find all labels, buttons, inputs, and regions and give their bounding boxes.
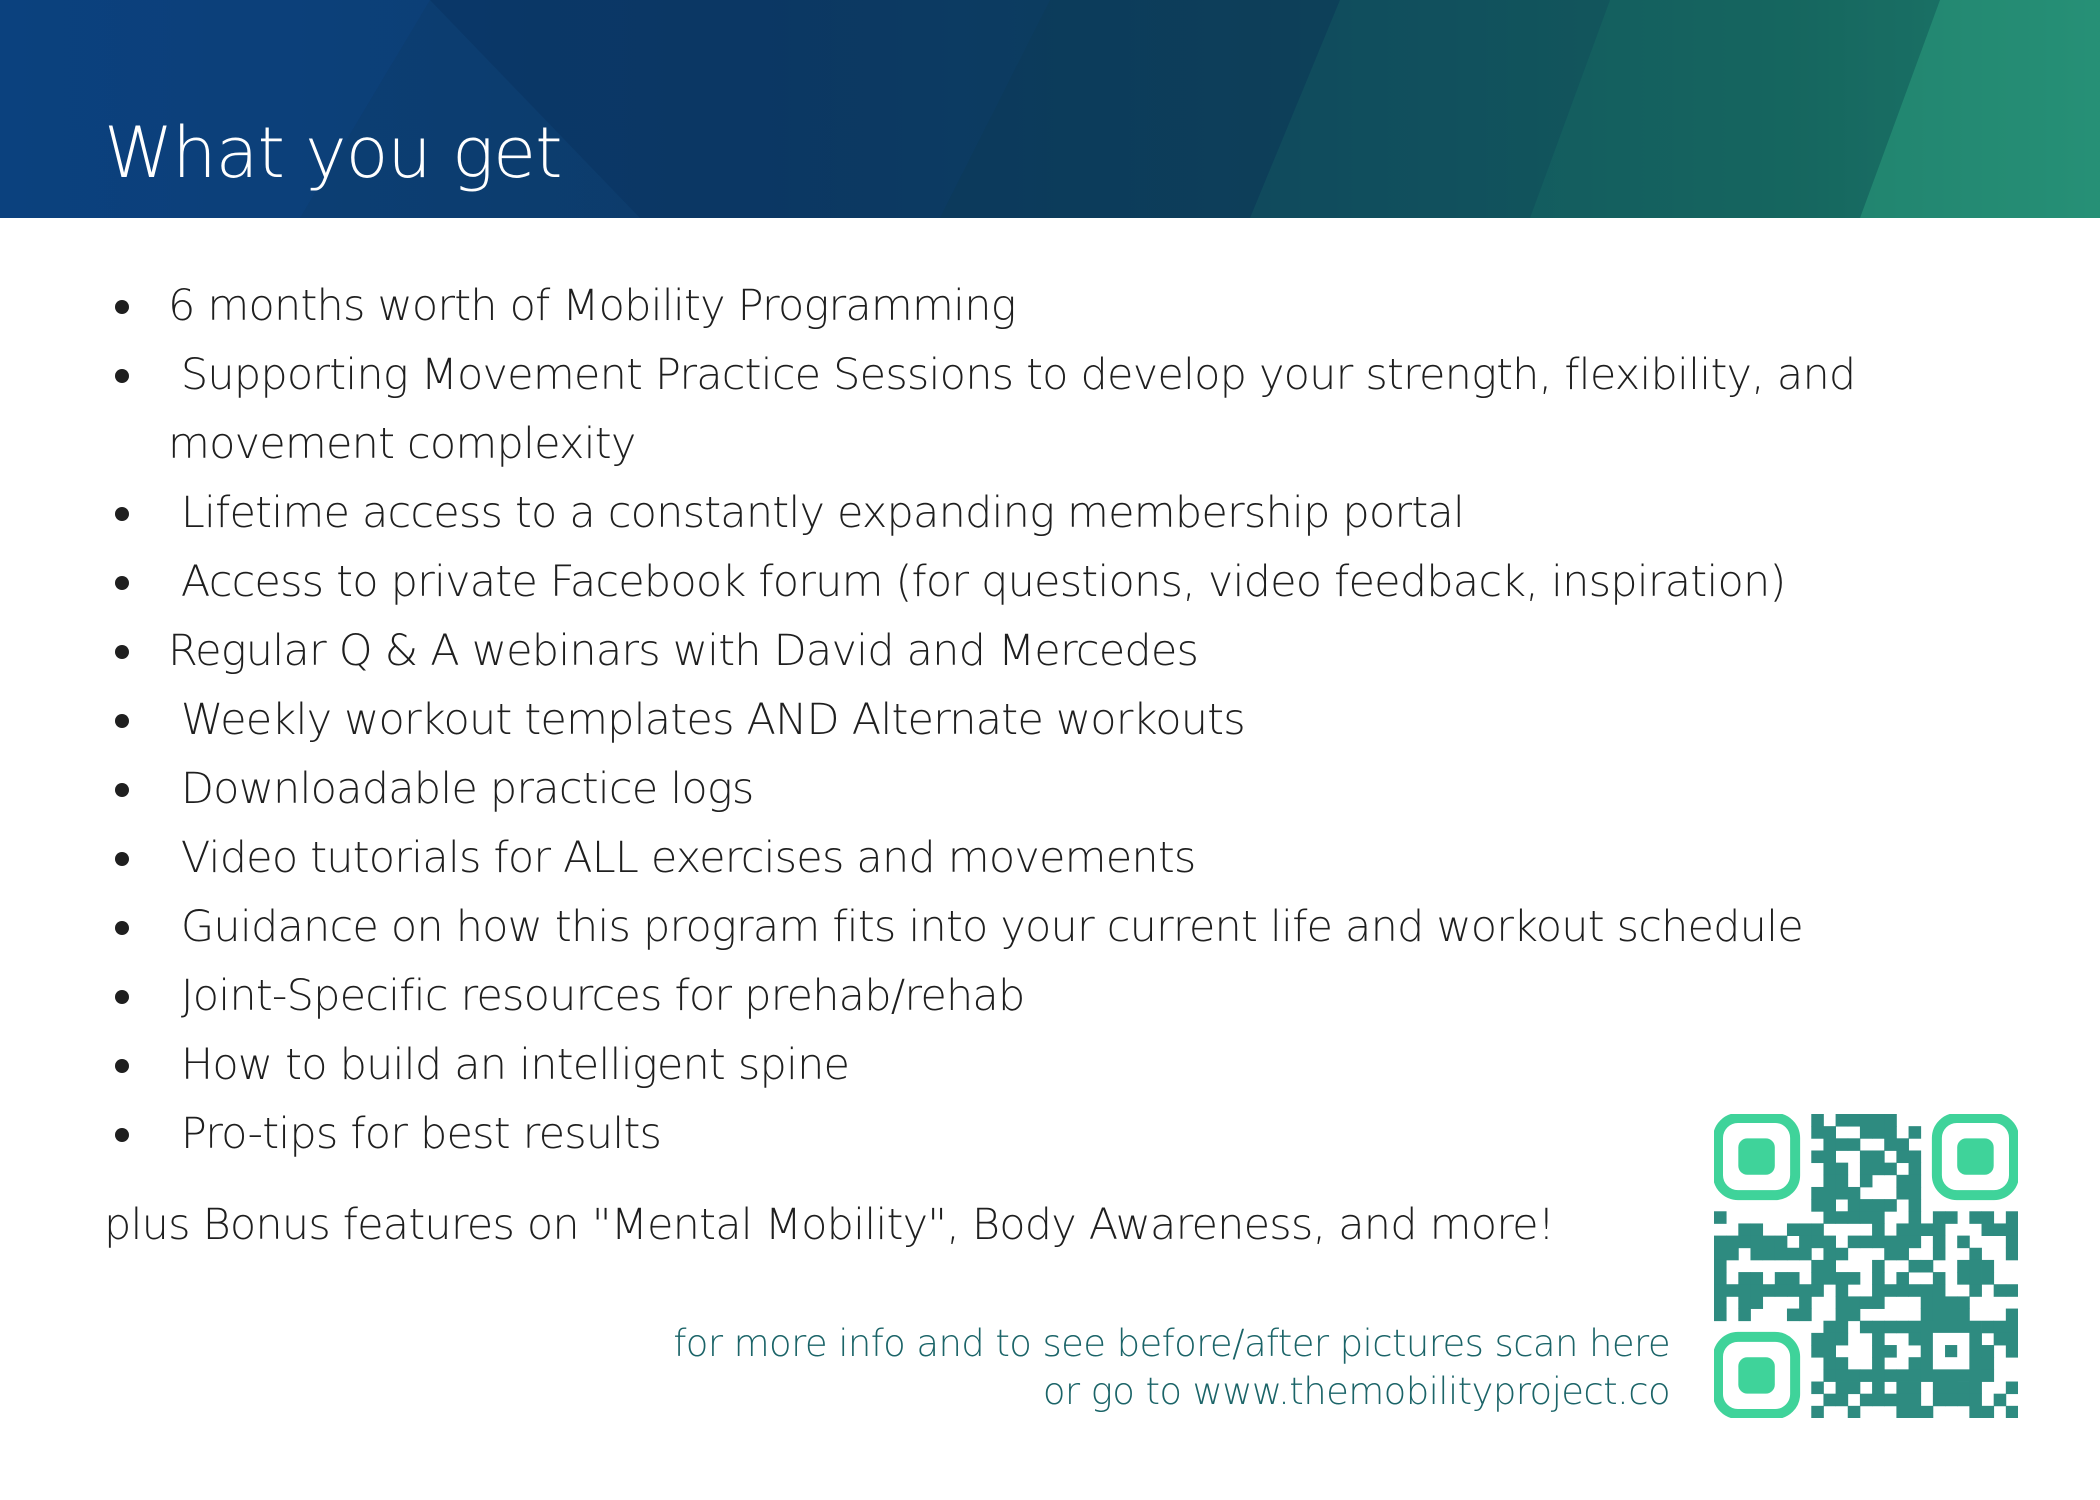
bullet-dot-icon xyxy=(115,1128,129,1142)
feature-text: 6 months worth of Mobility Programming xyxy=(168,281,1016,331)
feature-item: Video tutorials for ALL exercises and mo… xyxy=(104,824,1884,893)
qr-finder-pattern xyxy=(1714,1114,1801,1201)
feature-text: Supporting Movement Practice Sessions to… xyxy=(168,350,1869,469)
feature-item: 6 months worth of Mobility Programming xyxy=(104,272,1884,341)
feature-item: Regular Q & A webinars with David and Me… xyxy=(104,617,1884,686)
feature-item: Weekly workout templates AND Alternate w… xyxy=(104,686,1884,755)
bullet-dot-icon xyxy=(115,369,129,383)
feature-item: Joint-Specific resources for prehab/reha… xyxy=(104,962,1884,1031)
header-banner: What you get xyxy=(0,0,2100,218)
feature-text: Access to private Facebook forum (for qu… xyxy=(168,557,1786,607)
feature-item: How to build an intelligent spine xyxy=(104,1031,1884,1100)
feature-text: Guidance on how this program fits into y… xyxy=(168,902,1804,952)
bullet-dot-icon xyxy=(115,852,129,866)
qr-finder-pattern xyxy=(1931,1114,2018,1201)
feature-item: Pro-tips for best results xyxy=(104,1100,1884,1169)
feature-text: Pro-tips for best results xyxy=(168,1109,662,1159)
bonus-features-text: plus Bonus features on "Mental Mobility"… xyxy=(104,1200,1555,1250)
footer-line-1: for more info and to see before/after pi… xyxy=(673,1322,1670,1365)
bullet-dot-icon xyxy=(115,783,129,797)
feature-text: Downloadable practice logs xyxy=(168,764,754,814)
feature-text: Lifetime access to a constantly expandin… xyxy=(168,488,1465,538)
feature-item: Lifetime access to a constantly expandin… xyxy=(104,479,1884,548)
bullet-dot-icon xyxy=(115,990,129,1004)
bullet-dot-icon xyxy=(115,576,129,590)
qr-finder-pattern xyxy=(1714,1331,1801,1418)
feature-text: Weekly workout templates AND Alternate w… xyxy=(168,695,1246,745)
page-title: What you get xyxy=(104,112,563,194)
feature-item: Supporting Movement Practice Sessions to… xyxy=(104,341,1884,479)
bullet-dot-icon xyxy=(115,1059,129,1073)
website-link[interactable]: or go to www.themobilityproject.co xyxy=(673,1368,1671,1416)
feature-text: Joint-Specific resources for prehab/reha… xyxy=(168,971,1025,1021)
bullet-dot-icon xyxy=(115,921,129,935)
feature-text: Video tutorials for ALL exercises and mo… xyxy=(168,833,1196,883)
bullet-dot-icon xyxy=(115,300,129,314)
bullet-dot-icon xyxy=(115,507,129,521)
feature-item: Access to private Facebook forum (for qu… xyxy=(104,548,1884,617)
feature-text: How to build an intelligent spine xyxy=(168,1040,850,1090)
feature-item: Guidance on how this program fits into y… xyxy=(104,893,1884,962)
feature-text: Regular Q & A webinars with David and Me… xyxy=(168,626,1199,676)
features-list: 6 months worth of Mobility Programming S… xyxy=(104,272,1884,1169)
qr-code-icon[interactable] xyxy=(1714,1114,2018,1418)
feature-item: Downloadable practice logs xyxy=(104,755,1884,824)
footer-info: for more info and to see before/after pi… xyxy=(673,1320,1670,1416)
bullet-dot-icon xyxy=(115,645,129,659)
bullet-dot-icon xyxy=(115,714,129,728)
